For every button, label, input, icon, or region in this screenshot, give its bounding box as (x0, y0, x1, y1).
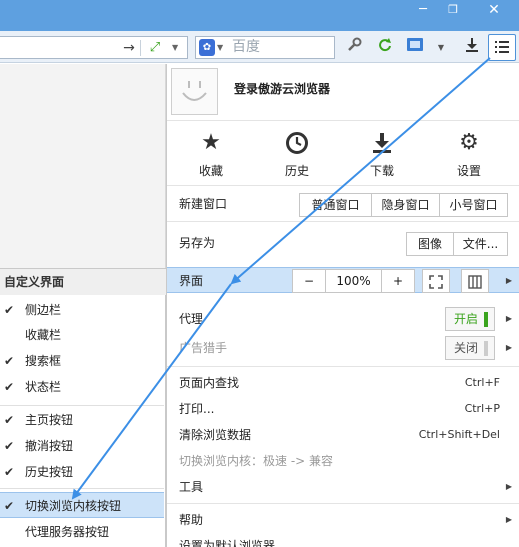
menu-item-adblock[interactable]: 广告猎手 关闭 ▶ (167, 335, 519, 361)
quick-actions: ★ 收藏 历史 下载 ⚙ 设置 (167, 122, 519, 186)
check-icon: ✔ (4, 303, 15, 317)
search-placeholder: 百度 (232, 39, 260, 55)
save-image-button[interactable]: 图像 (407, 233, 453, 255)
downloads-button[interactable]: 下载 (352, 128, 412, 179)
submenu-item-favorites-bar[interactable]: 收藏栏 (0, 322, 164, 348)
zoom-value: 100% (325, 269, 382, 293)
main-menu-button[interactable] (488, 34, 516, 61)
normal-window-button[interactable]: 普通窗口 (300, 194, 371, 216)
go-arrow-icon[interactable]: → (120, 39, 138, 57)
submenu-item-history-button[interactable]: ✔ 历史按钮 (0, 459, 164, 485)
submenu-arrow-icon: ▶ (505, 314, 512, 323)
dropdown-icon[interactable]: ▼ (172, 39, 184, 57)
close-button[interactable]: ✕ (474, 0, 514, 22)
login-row[interactable]: 登录傲游云浏览器 (167, 64, 519, 121)
check-icon: ✔ (4, 354, 15, 368)
menu-list-icon (495, 41, 509, 55)
divider (140, 40, 141, 56)
submenu-item-status-bar[interactable]: ✔ 状态栏 (0, 374, 164, 400)
avatar[interactable] (171, 68, 218, 115)
divider (167, 503, 519, 504)
submenu-item-search-box[interactable]: ✔ 搜索框 (0, 348, 164, 374)
menu-item-default-browser[interactable]: 设置为默认浏览器 (167, 533, 519, 547)
submenu-item-proxy-button[interactable]: 代理服务器按钮 (0, 519, 164, 545)
check-icon: ✔ (4, 413, 15, 427)
toggle-indicator (484, 312, 488, 327)
page-content-area (0, 64, 166, 268)
divider (167, 221, 519, 222)
layout-columns-icon[interactable] (461, 269, 489, 293)
address-bar[interactable]: → ⤢ ▼ (0, 36, 188, 59)
submenu-item-undo-button[interactable]: ✔ 撤消按钮 (0, 433, 164, 459)
adblock-toggle[interactable]: 关闭 (445, 336, 495, 360)
submenu-title: 自定义界面 (0, 269, 166, 295)
toggle-indicator (484, 341, 488, 356)
refresh-green-icon[interactable] (374, 37, 396, 59)
minimize-button[interactable]: ─ (408, 0, 438, 22)
menu-item-switch-core[interactable]: 切换浏览内核：极速 -> 兼容 (167, 448, 519, 474)
fullscreen-icon[interactable] (422, 269, 450, 293)
title-bar: ─ ❐ ✕ (0, 0, 519, 31)
menu-item-find[interactable]: 页面内查找 Ctrl+F (167, 370, 519, 396)
save-as-row: 另存为 图像 文件... (167, 230, 519, 256)
settings-button[interactable]: ⚙ 设置 (439, 128, 499, 179)
restore-button[interactable]: ❐ (438, 0, 468, 22)
save-as-options: 图像 文件... (406, 232, 508, 256)
submenu-arrow-icon: ▶ (505, 343, 512, 352)
check-icon: ✔ (4, 465, 15, 479)
download-icon (352, 128, 412, 158)
dropdown-icon[interactable]: ▼ (217, 39, 223, 57)
login-label[interactable]: 登录傲游云浏览器 (234, 80, 330, 97)
wrench-icon[interactable] (344, 37, 366, 59)
screenshot-icon[interactable] (404, 37, 426, 59)
small-window-button[interactable]: 小号窗口 (439, 194, 507, 216)
save-file-button[interactable]: 文件... (453, 233, 507, 255)
divider (0, 405, 164, 406)
check-icon: ✔ (4, 380, 15, 394)
menu-item-interface[interactable]: 界面 − 100% + ▶ (167, 267, 519, 293)
zoom-in-button[interactable]: + (381, 269, 415, 293)
main-menu-panel: 登录傲游云浏览器 ★ 收藏 历史 下载 ⚙ 设置 新建窗口 普通窗口 隐身窗口 (166, 64, 519, 547)
check-icon: ✔ (4, 499, 15, 513)
submenu-arrow-icon: ▶ (505, 276, 512, 285)
search-box[interactable]: ✿ ▼ 百度 (195, 36, 335, 59)
menu-item-print[interactable]: 打印... Ctrl+P (167, 396, 519, 422)
submenu-item-home-button[interactable]: ✔ 主页按钮 (0, 407, 164, 433)
baidu-paw-icon[interactable]: ✿ (199, 39, 215, 56)
download-icon[interactable] (461, 37, 483, 59)
history-button[interactable]: 历史 (267, 128, 327, 179)
incognito-window-button[interactable]: 隐身窗口 (371, 194, 439, 216)
zoom-out-button[interactable]: − (292, 269, 326, 293)
smiley-icon (182, 81, 207, 101)
check-icon: ✔ (4, 439, 15, 453)
divider (167, 366, 519, 367)
customize-interface-submenu: 自定义界面 ✔ 侧边栏 收藏栏 ✔ 搜索框 ✔ 状态栏 ✔ 主页按钮 ✔ 撤消按… (0, 268, 166, 547)
submenu-arrow-icon: ▶ (505, 482, 512, 491)
history-clock-icon (267, 128, 327, 158)
submenu-arrow-icon: ▶ (505, 515, 512, 524)
dropdown-icon[interactable]: ▼ (430, 37, 452, 59)
menu-item-proxy[interactable]: 代理 开启 ▶ (167, 306, 519, 332)
zoom-controls: − 100% + (292, 269, 415, 293)
menu-item-tools[interactable]: 工具 ▶ (167, 474, 519, 500)
menu-item-clear-data[interactable]: 清除浏览数据 Ctrl+Shift+Del (167, 422, 519, 448)
submenu-item-sidebar[interactable]: ✔ 侧边栏 (0, 297, 164, 323)
proxy-toggle[interactable]: 开启 (445, 307, 495, 331)
toolbar: → ⤢ ▼ ✿ ▼ 百度 ▼ (0, 31, 519, 63)
new-window-options: 普通窗口 隐身窗口 小号窗口 (299, 193, 508, 217)
submenu-item-switch-core-button[interactable]: ✔ 切换浏览内核按钮 (0, 492, 164, 518)
favorites-button[interactable]: ★ 收藏 (181, 128, 241, 179)
star-icon: ★ (201, 130, 221, 155)
new-window-row: 新建窗口 普通窗口 隐身窗口 小号窗口 (167, 191, 519, 217)
gear-icon: ⚙ (459, 130, 479, 155)
cloud-speed-icon[interactable]: ⤢ (146, 39, 164, 57)
menu-item-help[interactable]: 帮助 ▶ (167, 507, 519, 533)
divider (0, 488, 164, 489)
